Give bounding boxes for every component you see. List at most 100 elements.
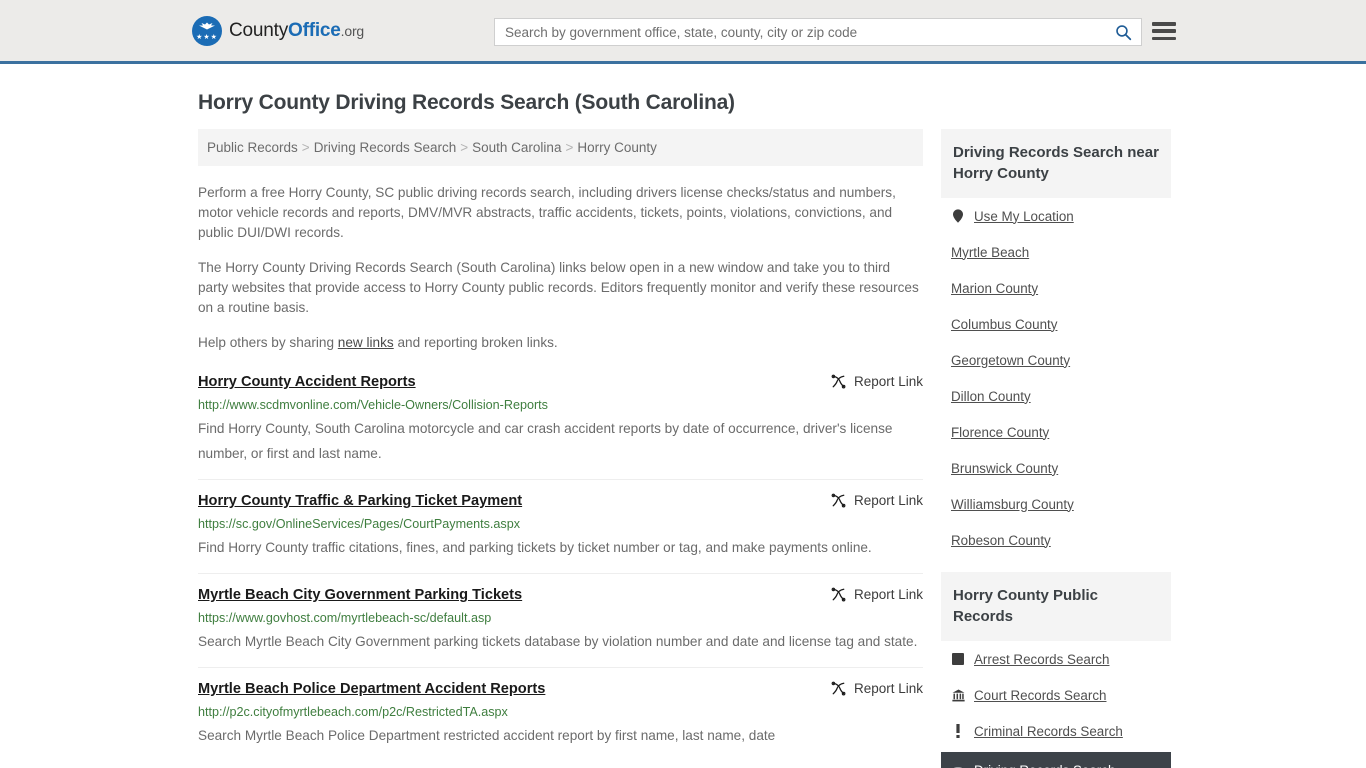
report-link-button[interactable]: Report Link	[831, 680, 923, 696]
sidebar-link[interactable]: Williamsburg County	[951, 497, 1074, 512]
content-container: Horry County Driving Records Search (Sou…	[193, 91, 1173, 768]
sidebar-link[interactable]: Use My Location	[974, 209, 1074, 224]
intro-paragraph-1: Perform a free Horry County, SC public d…	[198, 185, 896, 240]
brand-org: .org	[340, 22, 365, 39]
report-link-label: Report Link	[853, 587, 923, 602]
result-header: Horry County Accident Reports Report Lin…	[198, 373, 923, 392]
site-logo[interactable]: ★★★ CountyOffice.org	[192, 15, 364, 46]
sidebar-public-records-list: Arrest Records Search Court Records Sear…	[941, 641, 1171, 768]
result-header: Myrtle Beach City Government Parking Tic…	[198, 586, 923, 605]
result-header: Horry County Traffic & Parking Ticket Pa…	[198, 492, 923, 511]
result-url: http://p2c.cityofmyrtlebeach.com/p2c/Res…	[198, 705, 508, 719]
result-title-link[interactable]: Myrtle Beach Police Department Accident …	[198, 680, 545, 699]
sidebar-item-driving-records[interactable]: Driving Records Search	[941, 752, 1171, 768]
sidebar-link[interactable]: Criminal Records Search	[974, 724, 1123, 739]
broken-link-icon	[831, 587, 846, 602]
page-title: Horry County Driving Records Search (Sou…	[198, 91, 735, 114]
sidebar-link[interactable]: Columbus County	[951, 317, 1057, 332]
sidebar-link[interactable]: Driving Records Search	[974, 763, 1115, 768]
sidebar-item-brunswick-county[interactable]: Brunswick County	[941, 450, 1171, 486]
report-link-button[interactable]: Report Link	[831, 492, 923, 508]
sidebar-item-marion-county[interactable]: Marion County	[941, 270, 1171, 306]
courthouse-icon	[951, 687, 965, 703]
broken-link-icon	[831, 681, 846, 696]
sidebar-link[interactable]: Georgetown County	[951, 353, 1070, 368]
result-url: http://www.scdmvonline.com/Vehicle-Owner…	[198, 398, 548, 412]
hamburger-bar	[1152, 22, 1176, 26]
hamburger-bar	[1152, 29, 1176, 33]
result-description: Search Myrtle Beach Police Department re…	[198, 728, 776, 743]
sidebar-link[interactable]: Myrtle Beach	[951, 245, 1029, 260]
sidebar-item-robeson-county[interactable]: Robeson County	[941, 522, 1171, 558]
sidebar-nearby-list: Use My Location Myrtle Beach Marion Coun…	[941, 198, 1171, 558]
breadcrumb-item-3[interactable]: Horry County	[577, 140, 657, 155]
broken-link-icon	[831, 493, 846, 508]
brand-county: County	[229, 19, 289, 41]
result-url: https://sc.gov/OnlineServices/Pages/Cour…	[198, 517, 520, 531]
result-item: Horry County Traffic & Parking Ticket Pa…	[198, 492, 923, 574]
sidebar-item-myrtle-beach[interactable]: Myrtle Beach	[941, 234, 1171, 270]
exclamation-icon	[951, 723, 965, 739]
result-header: Myrtle Beach Police Department Accident …	[198, 680, 923, 699]
sidebar-item-williamsburg-county[interactable]: Williamsburg County	[941, 486, 1171, 522]
sidebar-link[interactable]: Robeson County	[951, 533, 1051, 548]
breadcrumb-separator: >	[565, 140, 574, 155]
breadcrumb-separator: >	[460, 140, 469, 155]
breadcrumb: Public Records > Driving Records Search > So…	[198, 129, 923, 166]
result-title-link[interactable]: Horry County Accident Reports	[198, 373, 416, 392]
intro-help-line: Help others by sharing new links and rep…	[198, 333, 923, 353]
sidebar-item-georgetown-county[interactable]: Georgetown County	[941, 342, 1171, 378]
sidebar-public-records-title: Horry County Public Records	[941, 572, 1171, 641]
result-url: https://www.govhost.com/myrtlebeach-sc/d…	[198, 611, 492, 625]
sidebar-link[interactable]: Court Records Search	[974, 688, 1106, 703]
sidebar-link[interactable]: Brunswick County	[951, 461, 1058, 476]
help-suffix: and reporting broken links.	[393, 335, 558, 350]
result-title-link[interactable]: Myrtle Beach City Government Parking Tic…	[198, 586, 522, 605]
sidebar-link[interactable]: Arrest Records Search	[974, 652, 1109, 667]
sidebar-item-florence-county[interactable]: Florence County	[941, 414, 1171, 450]
site-header: ★★★ CountyOffice.org	[0, 0, 1366, 64]
sidebar-item-dillon-county[interactable]: Dillon County	[941, 378, 1171, 414]
report-link-label: Report Link	[853, 374, 923, 389]
sidebar-item-columbus-county[interactable]: Columbus County	[941, 306, 1171, 342]
report-link-label: Report Link	[853, 681, 923, 696]
brand-wordmark: CountyOffice.org	[229, 20, 364, 42]
content-row: Public Records > Driving Records Search > So…	[198, 129, 1173, 768]
broken-link-icon	[831, 374, 846, 389]
report-link-button[interactable]: Report Link	[831, 586, 923, 602]
sidebar-item-criminal-records[interactable]: Criminal Records Search	[941, 713, 1171, 749]
new-links-link[interactable]: new links	[338, 335, 394, 350]
sidebar: Driving Records Search near Horry County…	[941, 129, 1171, 768]
stars-icon: ★★★	[196, 33, 218, 41]
sidebar-item-use-my-location[interactable]: Use My Location	[941, 198, 1171, 234]
help-prefix: Help others by sharing	[198, 335, 338, 350]
sidebar-item-court-records[interactable]: Court Records Search	[941, 677, 1171, 713]
sidebar-public-records-box: Horry County Public Records Arrest Recor…	[941, 572, 1171, 768]
page-body: Horry County Driving Records Search (Sou…	[0, 91, 1366, 768]
breadcrumb-item-0[interactable]: Public Records	[207, 140, 298, 155]
breadcrumb-separator: >	[301, 140, 310, 155]
sidebar-link[interactable]: Marion County	[951, 281, 1038, 296]
sidebar-link[interactable]: Dillon County	[951, 389, 1031, 404]
breadcrumb-item-2[interactable]: South Carolina	[472, 140, 561, 155]
sidebar-nearby-box: Driving Records Search near Horry County…	[941, 129, 1171, 558]
report-link-button[interactable]: Report Link	[831, 373, 923, 389]
result-item: Myrtle Beach City Government Parking Tic…	[198, 586, 923, 668]
fingerprint-square-icon	[951, 651, 965, 667]
result-description: Find Horry County traffic citations, fin…	[198, 540, 872, 555]
sidebar-item-arrest-records[interactable]: Arrest Records Search	[941, 641, 1171, 677]
intro-text: Perform a free Horry County, SC public d…	[198, 183, 923, 353]
hamburger-menu-icon[interactable]	[1152, 20, 1176, 42]
search-input[interactable]	[495, 19, 1105, 45]
result-description: Find Horry County, South Carolina motorc…	[198, 421, 893, 461]
result-description: Search Myrtle Beach City Government park…	[198, 634, 918, 649]
sidebar-link[interactable]: Florence County	[951, 425, 1049, 440]
result-title-link[interactable]: Horry County Traffic & Parking Ticket Pa…	[198, 492, 522, 511]
search-button[interactable]	[1105, 19, 1141, 45]
breadcrumb-item-1[interactable]: Driving Records Search	[314, 140, 457, 155]
car-icon	[951, 762, 965, 768]
sidebar-nearby-title: Driving Records Search near Horry County	[941, 129, 1171, 198]
report-link-label: Report Link	[853, 493, 923, 508]
eagle-shield-logo-icon: ★★★	[192, 15, 222, 46]
result-item: Myrtle Beach Police Department Accident …	[198, 680, 923, 761]
